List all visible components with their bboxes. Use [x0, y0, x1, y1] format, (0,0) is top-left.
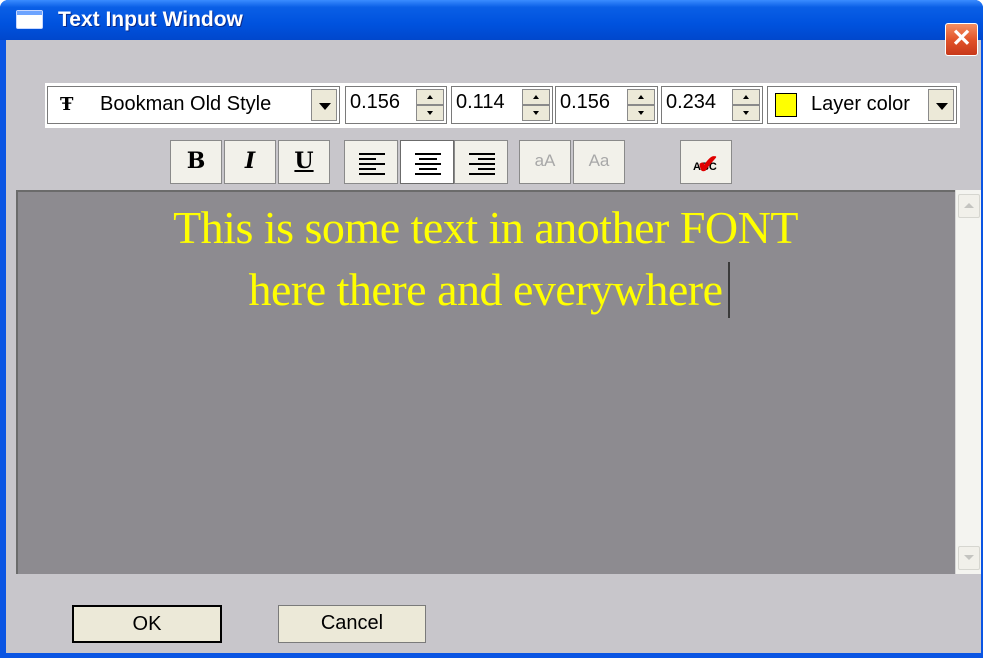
window-bottom-border — [0, 653, 983, 658]
spinner-3[interactable]: 0.156 — [555, 86, 658, 124]
color-select[interactable]: Layer color — [767, 86, 957, 124]
spin-up-icon[interactable] — [627, 89, 655, 105]
spinner-value[interactable]: 0.156 — [350, 91, 400, 114]
chevron-down-icon[interactable] — [311, 89, 337, 121]
spin-up-icon[interactable] — [732, 89, 760, 105]
spin-down-icon[interactable] — [732, 105, 760, 121]
spin-up-icon[interactable] — [522, 89, 550, 105]
ok-button[interactable]: OK — [72, 605, 222, 643]
editor-line-2[interactable]: here there and everywhere — [18, 264, 953, 316]
checkmark-icon: ✔ — [697, 149, 719, 179]
text-caret — [728, 262, 730, 318]
spin-down-icon[interactable] — [627, 105, 655, 121]
window-icon — [16, 10, 43, 29]
align-left-icon — [359, 151, 385, 175]
spin-down-icon[interactable] — [522, 105, 550, 121]
font-name: Bookman Old Style — [100, 93, 272, 115]
spinner-1[interactable]: 0.156 — [345, 86, 447, 124]
scroll-up-icon[interactable] — [958, 194, 980, 218]
align-right-icon — [469, 151, 495, 175]
spin-up-icon[interactable] — [416, 89, 444, 105]
underline-button[interactable]: U — [278, 140, 330, 184]
align-right-button[interactable] — [454, 140, 508, 184]
lowercase-button[interactable]: aA — [519, 140, 571, 184]
text-editor[interactable]: This is some text in another FONT here t… — [16, 190, 955, 574]
truetype-font-icon: Ŧ — [60, 94, 74, 115]
titlecase-button[interactable]: Aa — [573, 140, 625, 184]
spin-down-icon[interactable] — [416, 105, 444, 121]
color-swatch — [775, 93, 797, 117]
spinner-2[interactable]: 0.114 — [451, 86, 553, 124]
window-title: Text Input Window — [58, 8, 243, 31]
spinner-value[interactable]: 0.114 — [456, 91, 505, 114]
italic-button[interactable]: I — [224, 140, 276, 184]
spinner-value[interactable]: 0.234 — [666, 91, 716, 114]
chevron-down-icon[interactable] — [928, 89, 954, 121]
client-area-top — [6, 40, 981, 66]
spinner-value[interactable]: 0.156 — [560, 91, 610, 114]
scroll-down-icon[interactable] — [958, 546, 980, 570]
align-left-button[interactable] — [344, 140, 398, 184]
color-name: Layer color — [811, 93, 910, 115]
bold-button[interactable]: B — [170, 140, 222, 184]
spellcheck-button[interactable]: ABC ✔ — [680, 140, 732, 184]
spellcheck-icon: ABC ✔ — [687, 145, 727, 179]
vertical-scrollbar[interactable] — [955, 190, 981, 574]
font-select[interactable]: Ŧ Bookman Old Style — [47, 86, 340, 124]
editor-line-1[interactable]: This is some text in another FONT — [18, 202, 953, 254]
close-button[interactable]: ✕ — [945, 23, 978, 56]
align-center-icon — [415, 151, 441, 175]
spinner-4[interactable]: 0.234 — [661, 86, 763, 124]
cancel-button[interactable]: Cancel — [278, 605, 426, 643]
align-center-button[interactable] — [400, 140, 454, 184]
title-bar[interactable]: Text Input Window — [0, 0, 983, 40]
